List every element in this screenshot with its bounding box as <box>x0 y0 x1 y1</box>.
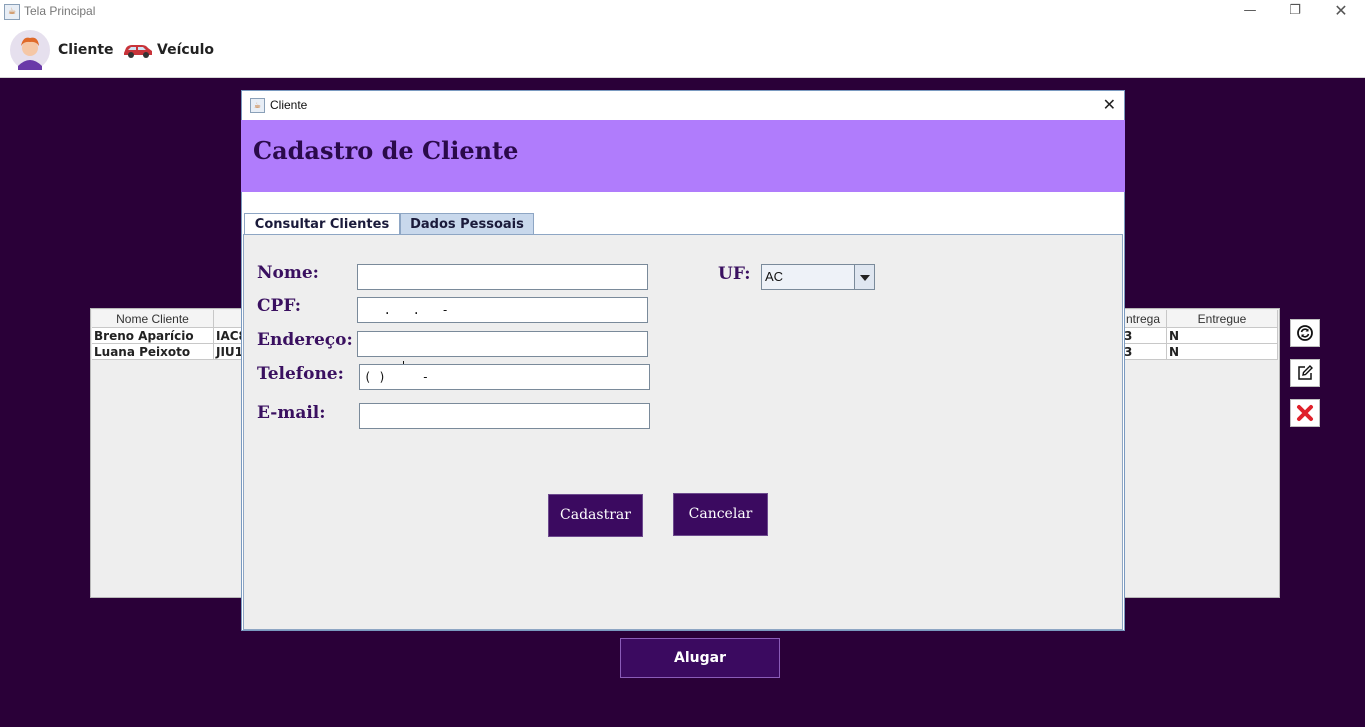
table-cell-nome[interactable]: Luana Peixoto <box>92 344 214 360</box>
uf-selected-value: AC <box>765 269 784 284</box>
table-cell-placa[interactable]: JIU1 <box>214 344 244 360</box>
cpf-field[interactable]: . . - <box>357 297 648 323</box>
edit-icon <box>1298 365 1313 380</box>
minimize-icon[interactable]: — <box>1227 0 1273 24</box>
email-label: E-mail: <box>257 403 326 423</box>
dialog-close-icon[interactable]: ✕ <box>1103 95 1116 114</box>
column-header-placa[interactable] <box>214 310 244 328</box>
table-cell-entregue[interactable]: N <box>1167 344 1278 360</box>
telefone-label: Telefone: <box>257 364 344 384</box>
uf-select[interactable]: AC <box>761 264 875 290</box>
delete-button[interactable] <box>1290 399 1320 427</box>
refresh-button[interactable] <box>1290 319 1320 347</box>
restore-icon[interactable]: ❐ <box>1272 0 1318 24</box>
table-cell-entregue[interactable]: N <box>1167 328 1278 344</box>
endereco-label: Endereço: <box>257 330 353 350</box>
cpf-label: CPF: <box>257 296 302 316</box>
table-cell-entrega[interactable]: 3 <box>1122 344 1167 360</box>
refresh-icon <box>1297 325 1313 341</box>
endereco-field[interactable] <box>357 331 648 377</box>
table-cell-entrega[interactable]: 3 <box>1122 328 1167 344</box>
column-header-entrega[interactable]: ntrega <box>1122 310 1167 328</box>
car-icon <box>124 45 152 58</box>
uf-label: UF: <box>718 264 751 284</box>
column-header-nome[interactable]: Nome Cliente <box>92 310 214 328</box>
close-window-icon[interactable]: ✕ <box>1318 0 1364 24</box>
table-cell-nome[interactable]: Breno Aparício <box>92 328 214 344</box>
cadastrar-button[interactable]: Cadastrar <box>548 494 643 537</box>
tab-dados-pessoais[interactable]: Dados Pessoais <box>400 213 534 235</box>
cancelar-button[interactable]: Cancelar <box>673 493 768 536</box>
java-app-icon: ☕ <box>4 4 20 20</box>
edit-button[interactable] <box>1290 359 1320 387</box>
column-header-entregue[interactable]: Entregue <box>1167 310 1278 328</box>
nome-field[interactable] <box>357 264 648 290</box>
dados-pessoais-panel: Nome: CPF: . . - Endereço: Telefone: ( )… <box>243 234 1123 630</box>
nome-label: Nome: <box>257 263 319 283</box>
dialog-heading: Cadastro de Cliente <box>253 136 519 165</box>
telefone-field[interactable]: ( ) - <box>359 364 650 390</box>
tab-consultar-clientes[interactable]: Consultar Clientes <box>244 213 400 235</box>
menu-bar: Cliente Veículo <box>0 24 1365 78</box>
delete-icon <box>1297 405 1313 421</box>
menu-cliente-label: Cliente <box>58 42 114 58</box>
menu-cliente[interactable]: Cliente <box>10 24 114 76</box>
menu-veiculo[interactable]: Veículo <box>122 24 214 76</box>
dialog-banner: Cadastro de Cliente <box>241 120 1125 192</box>
window-title: Tela Principal <box>24 4 96 18</box>
menu-veiculo-label: Veículo <box>157 42 215 58</box>
chevron-down-icon[interactable] <box>854 265 874 289</box>
email-field[interactable] <box>359 403 650 429</box>
main-title-bar: ☕ Tela Principal — ❐ ✕ <box>0 0 1365 24</box>
dialog-title: Cliente <box>270 98 308 112</box>
cliente-dialog: ☕ Cliente ✕ Cadastro de Cliente Consulta… <box>241 90 1125 631</box>
java-app-icon: ☕ <box>250 98 265 113</box>
alugar-button[interactable]: Alugar <box>620 638 780 678</box>
table-cell-placa[interactable]: IAC8 <box>214 328 244 344</box>
dialog-title-bar: ☕ Cliente ✕ <box>242 91 1124 120</box>
customer-avatar-icon <box>10 30 50 70</box>
